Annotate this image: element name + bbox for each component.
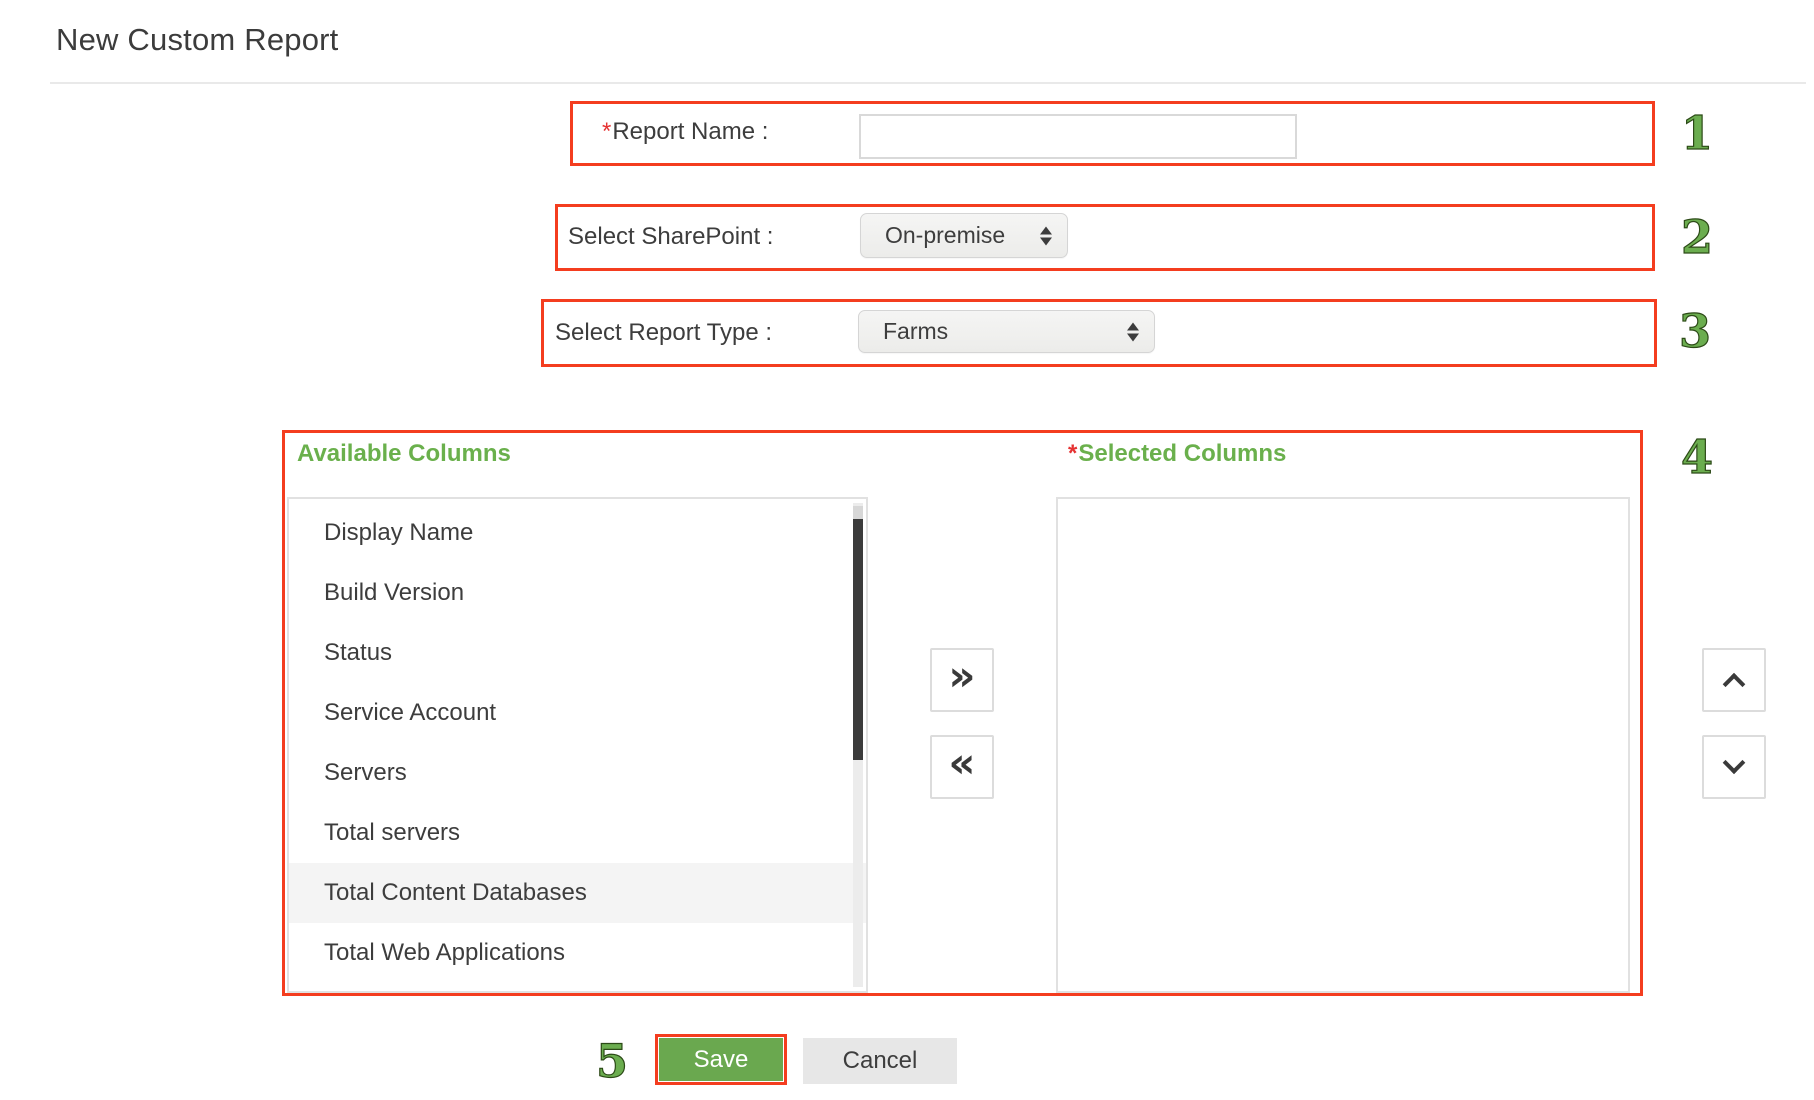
list-item[interactable]: Status — [289, 623, 866, 683]
double-chevron-left-icon: « — [948, 742, 975, 784]
sharepoint-selected-value: On-premise — [861, 222, 1005, 249]
required-asterisk: * — [602, 118, 611, 145]
selected-columns-header-text: Selected Columns — [1078, 440, 1286, 467]
list-item[interactable]: Service Account — [289, 683, 866, 743]
report-name-input[interactable] — [859, 114, 1297, 159]
select-report-type-label: Select Report Type : — [555, 319, 772, 347]
page-title: New Custom Report — [56, 22, 339, 58]
move-up-button[interactable] — [1702, 648, 1766, 712]
sharepoint-select[interactable]: On-premise — [860, 213, 1068, 258]
selected-columns-listbox[interactable] — [1056, 497, 1630, 993]
move-down-button[interactable] — [1702, 735, 1766, 799]
list-item[interactable]: Total servers — [289, 803, 866, 863]
report-type-select[interactable]: Farms — [858, 310, 1155, 353]
save-button[interactable]: Save — [659, 1038, 783, 1081]
new-custom-report-page: New Custom Report 1 2 3 4 5 *Report Name… — [0, 0, 1814, 1100]
cancel-button[interactable]: Cancel — [803, 1038, 957, 1084]
annotation-number-4: 4 — [1681, 434, 1713, 480]
report-type-selected-value: Farms — [859, 318, 948, 345]
select-stepper-arrows-icon — [1040, 226, 1052, 245]
move-left-button[interactable]: « — [930, 735, 994, 799]
list-item[interactable]: Servers — [289, 743, 866, 803]
report-name-label: *Report Name : — [602, 118, 768, 146]
select-sharepoint-label: Select SharePoint : — [568, 223, 773, 251]
annotation-number-2: 2 — [1681, 214, 1713, 260]
select-stepper-arrows-icon — [1127, 322, 1139, 341]
move-right-button[interactable]: » — [930, 648, 994, 712]
list-item[interactable]: Total Content Databases — [289, 863, 866, 923]
double-chevron-right-icon: » — [948, 655, 975, 697]
chevron-up-icon — [1723, 673, 1746, 696]
annotation-number-5: 5 — [596, 1038, 628, 1084]
scrollbar-thumb[interactable] — [853, 519, 863, 760]
annotation-number-1: 1 — [1681, 110, 1713, 156]
scrollbar-cap — [853, 506, 863, 519]
report-name-label-text: Report Name : — [612, 118, 768, 145]
title-divider — [50, 82, 1806, 84]
available-columns-header: Available Columns — [297, 440, 511, 468]
list-item[interactable]: Display Name — [289, 503, 866, 563]
available-columns-listbox[interactable]: Display NameBuild VersionStatusService A… — [287, 497, 868, 993]
chevron-down-icon — [1723, 751, 1746, 774]
selected-columns-header: *Selected Columns — [1068, 440, 1286, 468]
required-asterisk: * — [1068, 440, 1077, 467]
list-item[interactable]: Total Web Applications — [289, 923, 866, 983]
list-item[interactable]: Build Version — [289, 563, 866, 623]
annotation-number-3: 3 — [1679, 308, 1711, 354]
